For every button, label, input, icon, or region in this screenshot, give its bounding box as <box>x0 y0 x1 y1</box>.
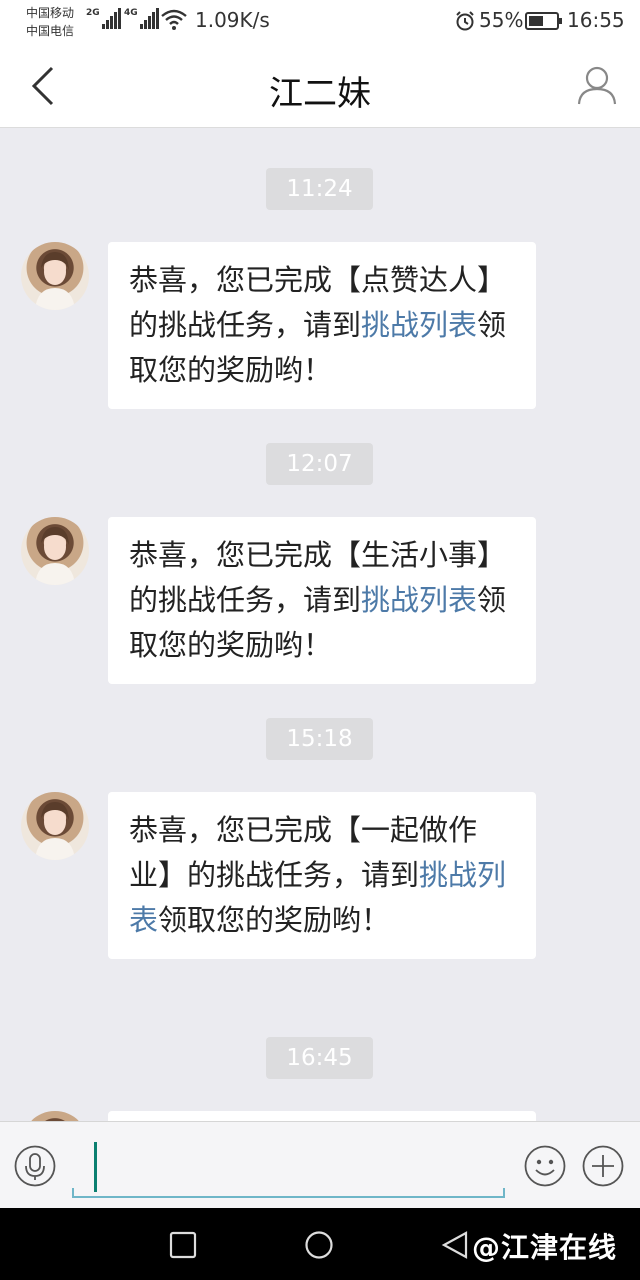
message-bubble[interactable]: 恭喜，您已完成【一起做作业】的挑战任务，请到挑战列表领取您的奖励哟！ <box>108 792 536 959</box>
challenge-list-link[interactable]: 挑战列表 <box>361 583 477 617</box>
wifi-icon <box>161 9 187 30</box>
avatar[interactable] <box>21 792 89 860</box>
message-input[interactable] <box>72 1138 505 1198</box>
carrier-1: 中国移动 <box>26 6 75 20</box>
battery-percent: 55% <box>479 8 524 32</box>
message-input-bar <box>0 1121 640 1208</box>
avatar[interactable] <box>21 1111 89 1121</box>
message-text: 领取您的奖励哟！ <box>158 903 391 937</box>
carrier-labels: 中国移动 中国电信 <box>26 4 74 40</box>
microphone-icon[interactable] <box>14 1145 56 1187</box>
back-icon[interactable] <box>440 1230 470 1260</box>
challenge-list-link[interactable]: 挑战列表 <box>361 308 477 342</box>
signal-icon: 4G <box>124 8 160 29</box>
clock: 16:55 <box>567 8 625 32</box>
alarm-icon <box>456 11 474 31</box>
message-timestamp: 12:07 <box>266 443 373 485</box>
recent-apps-icon[interactable] <box>168 1230 198 1260</box>
home-icon[interactable] <box>304 1230 334 1260</box>
avatar[interactable] <box>21 517 89 585</box>
message-list[interactable]: 11:24 恭喜，您已完成【点赞达人】的挑战任务，请到挑战列表领取您的奖励哟！ … <box>0 129 640 1121</box>
watermark: @江津在线 <box>472 1231 618 1264</box>
smiley-icon[interactable] <box>524 1145 566 1187</box>
status-bar: 中国移动 中国电信 2G 4G 1.09K/s 55% 16:55 <box>0 0 640 44</box>
network-speed: 1.09K/s <box>195 8 270 32</box>
carrier-2: 中国电信 <box>26 24 75 38</box>
battery-level <box>529 16 543 26</box>
plus-icon[interactable] <box>582 1145 624 1187</box>
message-timestamp: 11:24 <box>266 168 373 210</box>
system-navigation-bar: @江津在线 <box>0 1208 640 1280</box>
battery-icon <box>525 12 562 30</box>
message-timestamp: 16:45 <box>266 1037 373 1079</box>
message-timestamp: 15:18 <box>266 718 373 760</box>
person-icon[interactable] <box>574 62 620 108</box>
message-bubble[interactable]: 恭喜，您已完成【点赞达人】的挑战任务，请到挑战列表领取您的奖励哟！ <box>108 242 536 409</box>
message-bubble[interactable]: 恭喜，您已完成【生活小事】的挑战任务，请到挑战列表领取您的奖励哟！ <box>108 517 536 684</box>
avatar[interactable] <box>21 242 89 310</box>
chat-header: 江二妹 <box>0 44 640 128</box>
signal-icon: 2G <box>86 8 122 29</box>
message-bubble[interactable] <box>108 1111 536 1121</box>
text-caret <box>94 1142 97 1192</box>
page-title: 江二妹 <box>269 74 371 114</box>
